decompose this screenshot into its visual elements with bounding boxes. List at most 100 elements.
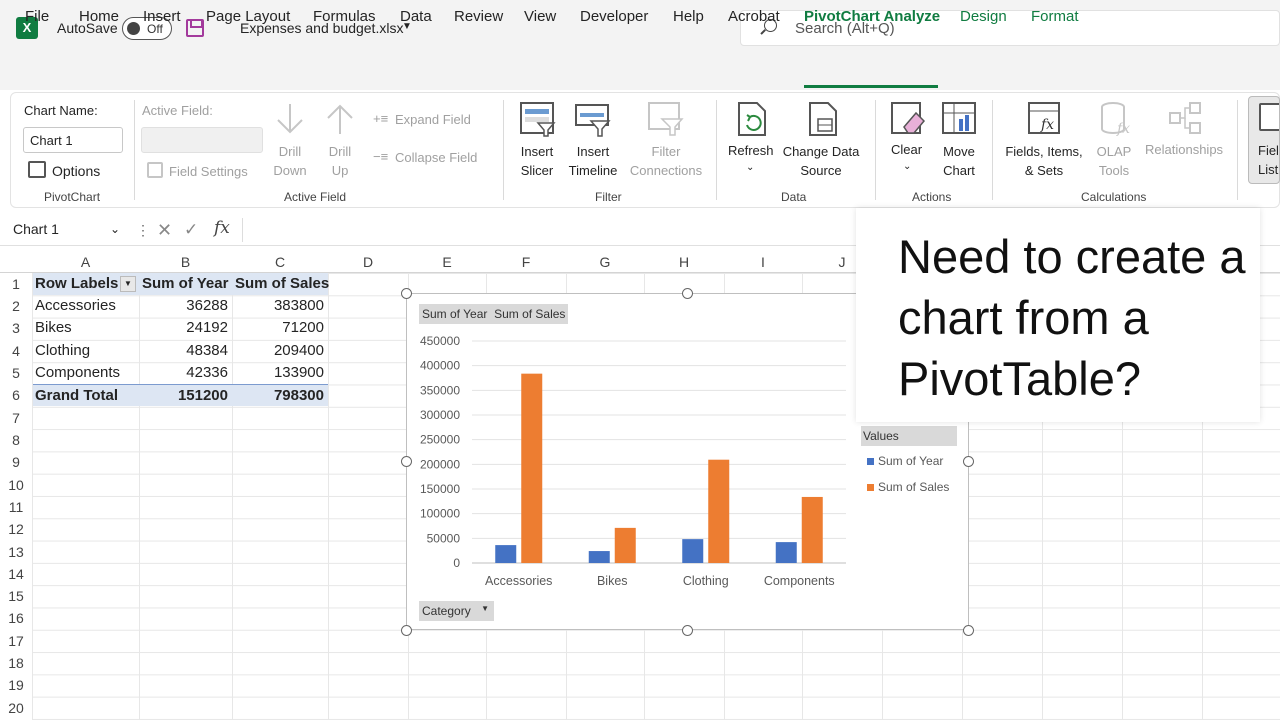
row-header[interactable]: 10: [0, 474, 32, 496]
pivot-grand-total-label[interactable]: Grand Total: [33, 384, 139, 406]
row-header[interactable]: 11: [0, 496, 32, 518]
tab-home[interactable]: Home: [79, 8, 119, 25]
row-header[interactable]: 14: [0, 563, 32, 585]
tab-design[interactable]: Design: [960, 8, 1007, 25]
field-list-button[interactable]: Field List: [1248, 96, 1280, 184]
axis-field-button[interactable]: Category ▼: [419, 601, 494, 621]
row-header[interactable]: 6: [0, 384, 32, 406]
row-header[interactable]: 7: [0, 407, 32, 429]
field-settings-button[interactable]: Field Settings: [169, 164, 248, 179]
row-header[interactable]: 20: [0, 697, 32, 719]
pivot-grand-total-year[interactable]: 151200: [139, 384, 232, 406]
tab-help[interactable]: Help: [673, 8, 704, 25]
pivot-cell-sales[interactable]: 383800: [232, 295, 328, 317]
legend-item-sum-of-year[interactable]: Sum of Year: [867, 454, 943, 468]
pivot-header-sum-of-sales[interactable]: Sum of Sales: [232, 273, 329, 295]
options-button[interactable]: Options: [52, 163, 100, 179]
column-header-f[interactable]: F: [486, 251, 566, 273]
drill-up-button[interactable]: Drill Up: [322, 142, 358, 180]
row-header[interactable]: 5: [0, 362, 32, 384]
fields-items-sets-button[interactable]: Fields, Items, & Sets: [1004, 142, 1084, 180]
tab-review[interactable]: Review: [454, 8, 503, 25]
chevron-down-icon[interactable]: ⌄: [746, 162, 754, 173]
legend-title[interactable]: Values: [861, 426, 957, 446]
column-header-a[interactable]: A: [32, 251, 139, 273]
tab-page-layout[interactable]: Page Layout: [206, 8, 290, 25]
value-field-sum-of-sales[interactable]: Sum of Sales: [494, 307, 565, 321]
tab-formulas[interactable]: Formulas: [313, 8, 376, 25]
pivot-header-sum-of-year[interactable]: Sum of Year: [139, 273, 232, 295]
chevron-down-icon[interactable]: ⌄: [903, 161, 911, 172]
tab-pivotchart-analyze[interactable]: PivotChart Analyze: [804, 8, 940, 25]
row-header[interactable]: 12: [0, 518, 32, 540]
relationships-button[interactable]: Relationships: [1145, 142, 1223, 157]
insert-timeline-button[interactable]: Insert Timeline: [566, 142, 620, 180]
change-data-source-button[interactable]: Change Data Source: [778, 142, 864, 180]
column-header-d[interactable]: D: [328, 251, 408, 273]
pivot-row-label[interactable]: Accessories: [35, 295, 116, 317]
value-field-button[interactable]: Sum of Year Sum of Sales: [419, 304, 569, 324]
row-header[interactable]: 18: [0, 652, 32, 674]
expand-field-button[interactable]: Expand Field: [395, 112, 471, 127]
pivot-cell-year[interactable]: 24192: [139, 317, 232, 339]
tab-view[interactable]: View: [524, 8, 556, 25]
row-header[interactable]: 2: [0, 295, 32, 317]
resize-handle[interactable]: [682, 288, 693, 299]
pivot-row-label[interactable]: Clothing: [35, 340, 90, 362]
tab-acrobat[interactable]: Acrobat: [728, 8, 780, 25]
formula-input[interactable]: [242, 218, 862, 242]
cancel-icon[interactable]: ✕: [157, 220, 172, 241]
collapse-field-button[interactable]: Collapse Field: [395, 150, 477, 165]
olap-tools-button[interactable]: OLAP Tools: [1091, 142, 1137, 180]
filter-connections-button[interactable]: Filter Connections: [627, 142, 705, 180]
resize-handle[interactable]: [401, 288, 412, 299]
tab-format[interactable]: Format: [1031, 8, 1079, 25]
row-header[interactable]: 4: [0, 340, 32, 362]
row-header[interactable]: 19: [0, 674, 32, 696]
pivot-cell-year[interactable]: 42336: [139, 362, 232, 384]
pivot-cell-sales[interactable]: 133900: [232, 362, 328, 384]
insert-function-icon[interactable]: fx: [214, 218, 230, 238]
enter-check-icon[interactable]: ✓: [184, 220, 198, 240]
tab-file[interactable]: File: [25, 8, 49, 25]
chart-name-input[interactable]: Chart 1: [23, 127, 123, 153]
row-header[interactable]: 8: [0, 429, 32, 451]
row-header[interactable]: 13: [0, 541, 32, 563]
pivot-cell-sales[interactable]: 209400: [232, 340, 328, 362]
column-header-g[interactable]: G: [566, 251, 644, 273]
column-header-h[interactable]: H: [644, 251, 724, 273]
pivot-cell-year[interactable]: 48384: [139, 340, 232, 362]
resize-handle[interactable]: [682, 625, 693, 636]
active-field-input[interactable]: [141, 127, 263, 153]
column-header-e[interactable]: E: [408, 251, 486, 273]
pivot-row-label[interactable]: Components: [35, 362, 120, 384]
row-header[interactable]: 9: [0, 451, 32, 473]
chevron-down-icon[interactable]: ▼: [481, 604, 489, 613]
resize-handle[interactable]: [963, 625, 974, 636]
column-header-c[interactable]: C: [232, 251, 328, 273]
move-chart-button[interactable]: Move Chart: [940, 142, 978, 180]
save-icon[interactable]: [186, 19, 204, 37]
filter-dropdown-icon[interactable]: ▼: [120, 276, 136, 292]
drill-down-button[interactable]: Drill Down: [272, 142, 308, 180]
clear-button[interactable]: Clear: [891, 142, 922, 157]
resize-handle[interactable]: [401, 456, 412, 467]
insert-slicer-button[interactable]: Insert Slicer: [518, 142, 556, 180]
row-header[interactable]: 16: [0, 607, 32, 629]
value-field-sum-of-year[interactable]: Sum of Year: [422, 307, 487, 321]
row-header[interactable]: 1: [0, 273, 32, 295]
chevron-down-icon[interactable]: ⌄: [110, 222, 120, 236]
pivot-cell-sales[interactable]: 71200: [232, 317, 328, 339]
pivot-cell-year[interactable]: 36288: [139, 295, 232, 317]
resize-handle[interactable]: [401, 625, 412, 636]
tab-developer[interactable]: Developer: [580, 8, 648, 25]
row-header[interactable]: 17: [0, 630, 32, 652]
row-header[interactable]: 3: [0, 317, 32, 339]
tab-insert[interactable]: Insert: [143, 8, 181, 25]
pivot-grand-total-sales[interactable]: 798300: [232, 384, 328, 406]
tab-data[interactable]: Data: [400, 8, 432, 25]
row-header[interactable]: 15: [0, 585, 32, 607]
resize-handle[interactable]: [963, 456, 974, 467]
column-header-b[interactable]: B: [139, 251, 232, 273]
pivot-row-label[interactable]: Bikes: [35, 317, 72, 339]
